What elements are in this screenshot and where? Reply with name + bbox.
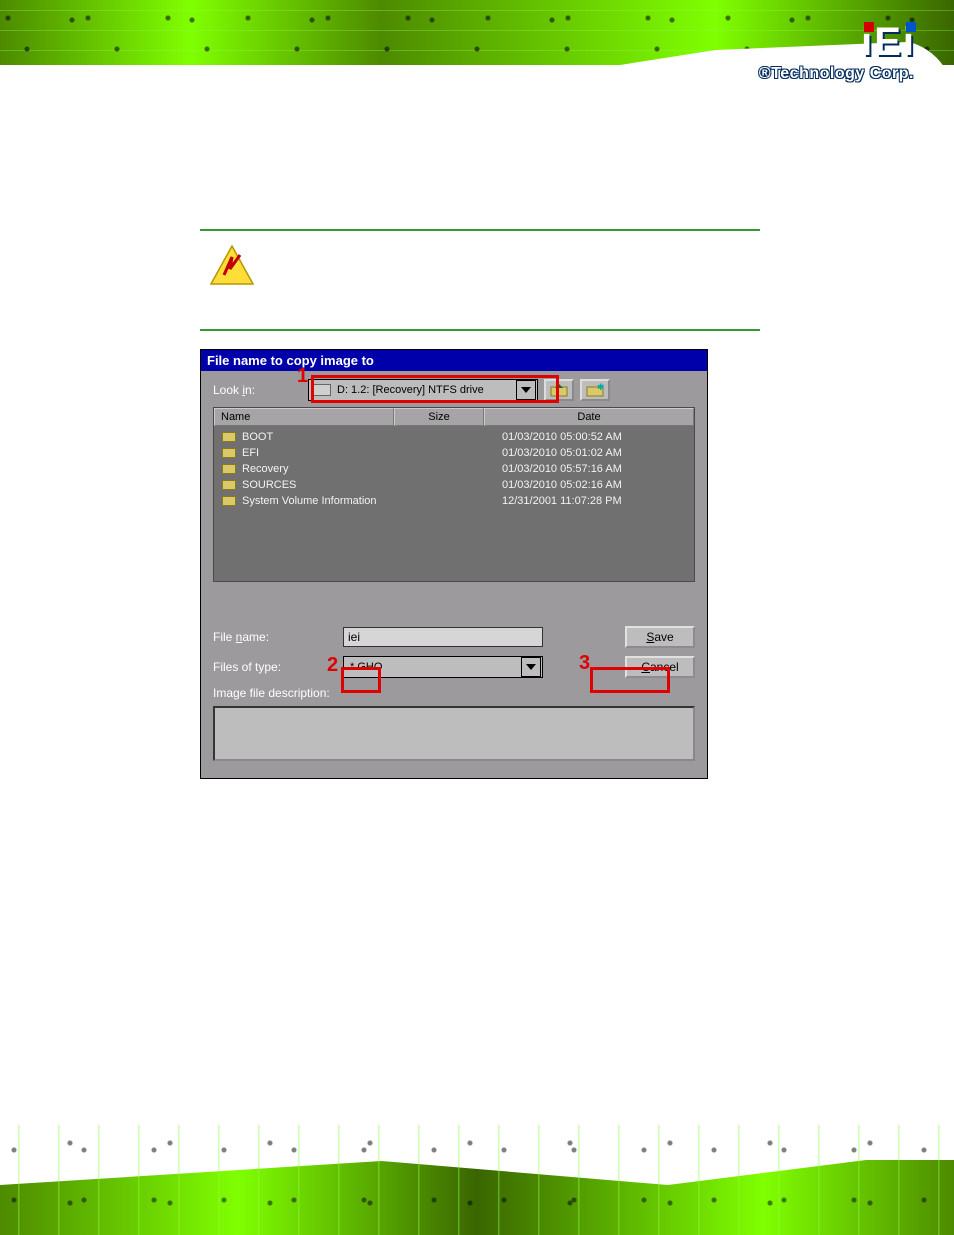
- dialog-titlebar: File name to copy image to: [201, 350, 707, 371]
- warning-icon: [210, 245, 254, 285]
- file-name-label: File name:: [213, 630, 343, 644]
- brand-logo-text: i E i: [759, 20, 914, 65]
- divider-top: [200, 229, 760, 231]
- annotation-number-1: 1: [297, 365, 308, 388]
- file-list-header: Name Size Date: [214, 408, 694, 426]
- annotation-number-3: 3: [579, 652, 590, 675]
- look-in-combo[interactable]: D: 1.2: [Recovery] NTFS drive: [308, 379, 538, 401]
- files-of-type-label: Files of type:: [213, 660, 343, 674]
- folder-icon: [222, 432, 236, 442]
- folder-icon: [222, 496, 236, 506]
- page-content: File name to copy image to Look in: D: 1…: [200, 225, 760, 779]
- file-name-input[interactable]: [343, 627, 543, 647]
- files-of-type-value: *.GHO: [344, 661, 521, 673]
- save-button[interactable]: Save: [625, 626, 695, 648]
- folder-icon: [222, 480, 236, 490]
- drive-icon: [313, 384, 331, 396]
- new-folder-icon: ✱: [586, 383, 604, 397]
- list-item[interactable]: Recovery01/03/2010 05:57:16 AM: [222, 461, 686, 477]
- footer-circuit-texture: [0, 1125, 954, 1235]
- cancel-button[interactable]: Cancel: [625, 656, 695, 678]
- file-list-rows: BOOT01/03/2010 05:00:52 AM EFI01/03/2010…: [214, 426, 694, 512]
- folder-icon: [222, 464, 236, 474]
- footer-banner: [0, 1125, 954, 1235]
- save-dialog: File name to copy image to Look in: D: 1…: [200, 349, 708, 779]
- up-folder-icon: [550, 383, 568, 397]
- files-of-type-combo[interactable]: *.GHO: [343, 656, 543, 678]
- list-item[interactable]: SOURCES01/03/2010 05:02:16 AM: [222, 477, 686, 493]
- list-item[interactable]: BOOT01/03/2010 05:00:52 AM: [222, 429, 686, 445]
- warning-callout: [200, 235, 760, 325]
- brand-logo: i E i ®Technology Corp.: [759, 20, 914, 83]
- chevron-down-icon: [521, 387, 531, 393]
- list-item[interactable]: System Volume Information12/31/2001 11:0…: [222, 493, 686, 509]
- col-size[interactable]: Size: [394, 408, 484, 426]
- list-item[interactable]: EFI01/03/2010 05:01:02 AM: [222, 445, 686, 461]
- up-folder-button[interactable]: [544, 379, 574, 401]
- header-banner: i E i ®Technology Corp.: [0, 0, 954, 120]
- dropdown-button[interactable]: [516, 380, 536, 400]
- divider-bottom: [200, 329, 760, 331]
- chevron-down-icon: [526, 664, 536, 670]
- file-list[interactable]: Name Size Date BOOT01/03/2010 05:00:52 A…: [213, 407, 695, 582]
- image-desc-label: Image file description:: [213, 686, 695, 700]
- image-desc-box[interactable]: [213, 706, 695, 761]
- annotation-number-2: 2: [327, 654, 338, 677]
- look-in-label: Look in:: [213, 383, 308, 397]
- col-date[interactable]: Date: [484, 408, 694, 426]
- col-name[interactable]: Name: [214, 408, 394, 426]
- folder-icon: [222, 448, 236, 458]
- look-in-value: D: 1.2: [Recovery] NTFS drive: [335, 384, 516, 396]
- brand-tagline: ®Technology Corp.: [759, 65, 914, 83]
- svg-text:✱: ✱: [597, 383, 604, 392]
- new-folder-button[interactable]: ✱: [580, 379, 610, 401]
- dropdown-button[interactable]: [521, 657, 541, 677]
